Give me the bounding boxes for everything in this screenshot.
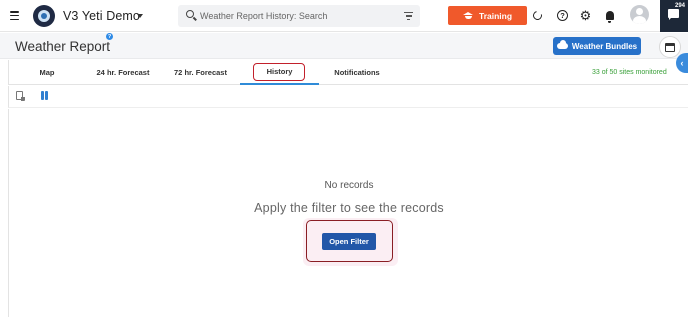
page-header: Weather Report ? Weather Bundles [0, 33, 688, 59]
records-panel: No records Apply the filter to see the r… [8, 109, 688, 317]
apply-filter-text: Apply the filter to see the records [254, 201, 444, 215]
graduation-cap-icon [462, 12, 474, 19]
cloud-icon [556, 40, 568, 49]
avatar[interactable] [630, 5, 649, 24]
refresh-icon[interactable] [531, 9, 544, 22]
search-input[interactable] [200, 5, 396, 27]
app-name[interactable]: V3 Yeti Demo [63, 9, 140, 23]
gear-icon[interactable]: ⚙ [579, 8, 592, 23]
app-logo-icon[interactable] [33, 5, 55, 27]
menu-icon[interactable] [10, 11, 19, 20]
tab-map[interactable]: Map [9, 60, 85, 85]
info-icon[interactable]: ? [106, 33, 113, 40]
calendar-button[interactable] [659, 36, 681, 58]
tab-24hr-forecast[interactable]: 24 hr. Forecast [85, 60, 161, 85]
page-title: Weather Report [15, 39, 111, 54]
chat-icon [668, 9, 679, 20]
history-tab-highlight [253, 63, 305, 81]
columns-icon[interactable] [41, 91, 48, 100]
help-icon[interactable]: ? [556, 9, 569, 22]
weather-bundles-button[interactable]: Weather Bundles [553, 37, 641, 55]
caret-down-icon[interactable] [137, 14, 143, 18]
chat-badge: 294 [675, 3, 686, 9]
grid-toolbar [8, 86, 688, 108]
bell-icon[interactable] [603, 9, 616, 23]
training-button[interactable]: Training [448, 6, 527, 25]
chat-button[interactable]: 294 [660, 0, 688, 32]
search-icon [186, 10, 194, 18]
no-records-text: No records [324, 180, 374, 191]
weather-bundles-label: Weather Bundles [571, 41, 638, 51]
tab-72hr-forecast[interactable]: 72 hr. Forecast [161, 60, 240, 85]
tab-notifications[interactable]: Notifications [319, 60, 395, 85]
search-bar [178, 5, 420, 27]
tab-bar: Map 24 hr. Forecast 72 hr. Forecast Hist… [8, 60, 688, 85]
calendar-icon [665, 43, 675, 52]
open-filter-button[interactable]: Open Filter [322, 233, 376, 250]
sites-status: 33 of 50 sites monitored [592, 69, 667, 76]
training-label: Training [478, 10, 513, 21]
export-icon[interactable] [16, 91, 25, 101]
top-bar: V3 Yeti Demo Training ? ⚙ 294 [0, 0, 688, 32]
filter-icon[interactable] [404, 12, 413, 20]
